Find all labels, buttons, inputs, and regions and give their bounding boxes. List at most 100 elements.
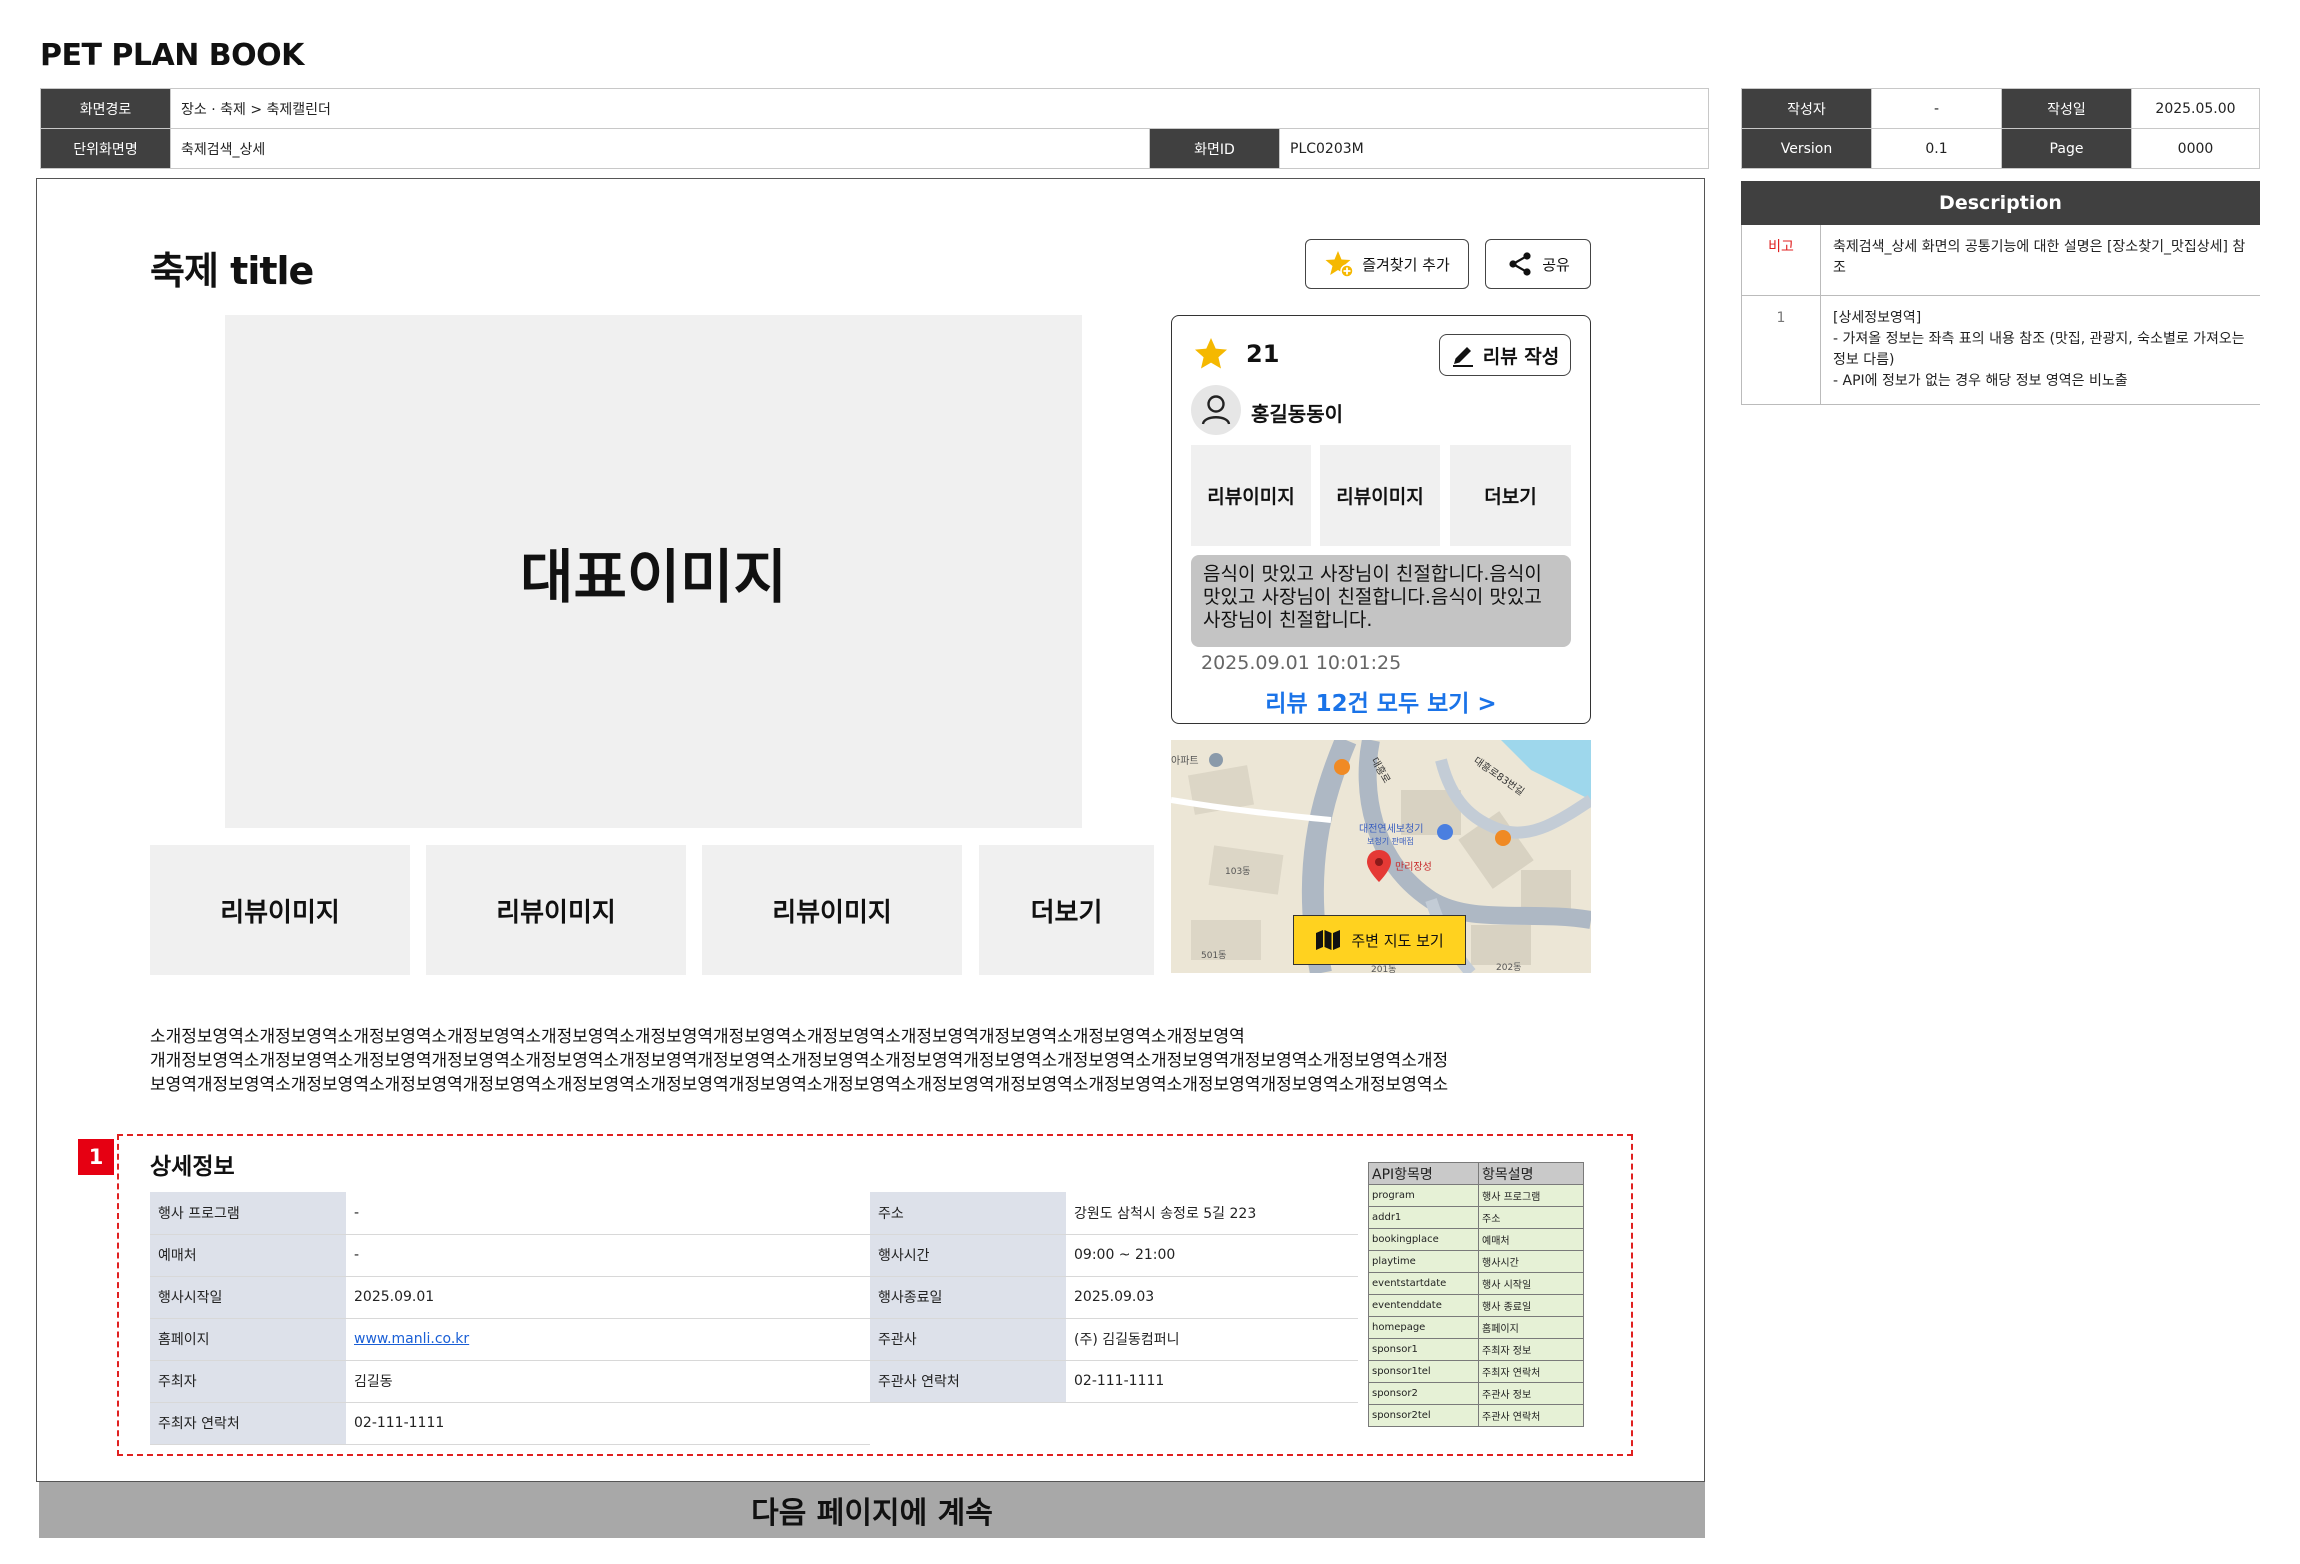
review-user-name: 홍길동동이 — [1251, 402, 1343, 426]
review-thumb[interactable]: 리뷰이미지 — [702, 845, 962, 975]
detail-label: 주관사 연락처 — [870, 1360, 1066, 1403]
detail-label: 행사 프로그램 — [150, 1192, 346, 1235]
table-row: 행사 프로그램 - 주소 강원도 삼척시 송정로 5길 223 — [150, 1192, 1358, 1235]
table-row: API항목명 항목설명 — [1368, 1162, 1584, 1185]
version-value: 0.1 — [1871, 128, 2002, 169]
write-review-button[interactable]: 리뷰 작성 — [1439, 334, 1571, 376]
author-label: 작성자 — [1741, 88, 1872, 129]
detail-label: 예매처 — [150, 1234, 346, 1277]
review-card-thumb[interactable]: 리뷰이미지 — [1320, 445, 1440, 546]
table-row: 1 [상세정보영역] - 가져올 정보는 좌측 표의 내용 참조 (맛집, 관광… — [1741, 295, 2260, 405]
api-cell: sponsor1 — [1368, 1338, 1479, 1361]
api-mapping-table: API항목명 항목설명 program 행사 프로그램 addr1 주소 booki… — [1368, 1162, 1584, 1427]
table-row: addr1 주소 — [1368, 1206, 1584, 1229]
api-header-cell: 항목설명 — [1478, 1162, 1584, 1185]
detail-title: 상세정보 — [150, 1154, 235, 1180]
annotation-badge: 1 — [78, 1139, 114, 1175]
detail-value: - — [346, 1234, 870, 1277]
description-text: [상세정보영역] - 가져올 정보는 좌측 표의 내용 참조 (맛집, 관광지,… — [1820, 295, 2260, 405]
nearby-map-button[interactable]: 주변 지도 보기 — [1293, 915, 1466, 965]
api-cell: addr1 — [1368, 1206, 1479, 1229]
version-label: Version — [1741, 128, 1872, 169]
api-cell: 주소 — [1478, 1206, 1584, 1229]
continue-banner: 다음 페이지에 계속 — [39, 1482, 1705, 1538]
map-label-apartment: 아파트 — [1171, 755, 1199, 767]
detail-value: 2025.09.03 — [1066, 1276, 1358, 1319]
review-card-more-button[interactable]: 더보기 — [1450, 445, 1571, 546]
table-row: bookingplace 예매처 — [1368, 1228, 1584, 1251]
intro-text: 소개정보영역소개정보영역소개정보영역소개정보영역소개정보영역소개정보영역개정보영… — [150, 1025, 1600, 1097]
table-row: playtime 행사시간 — [1368, 1250, 1584, 1273]
share-icon — [1509, 252, 1531, 276]
api-cell: homepage — [1368, 1316, 1479, 1339]
nearby-map-label: 주변 지도 보기 — [1351, 931, 1444, 950]
table-row: 예매처 - 행사시간 09:00 ~ 21:00 — [150, 1234, 1358, 1277]
main-image-placeholder: 대표이미지 — [225, 315, 1082, 828]
write-review-label: 리뷰 작성 — [1482, 345, 1560, 368]
screen-id-label: 화면ID — [1149, 128, 1280, 169]
detail-label: 주최자 연락처 — [150, 1402, 346, 1445]
star-plus-icon — [1325, 251, 1354, 278]
detail-label: 주최자 — [150, 1360, 346, 1403]
page-value: 0000 — [2131, 128, 2260, 169]
path-value: 장소 · 축제 > 축제캘린더 — [170, 88, 1709, 129]
description-line: [상세정보영역] — [1833, 309, 1922, 326]
review-thumb[interactable]: 리뷰이미지 — [426, 845, 686, 975]
table-row: sponsor1 주최자 정보 — [1368, 1338, 1584, 1361]
date-value: 2025.05.00 — [2131, 88, 2260, 129]
intro-line: 소개정보영역소개정보영역소개정보영역소개정보영역소개정보영역소개정보영역개정보영… — [150, 1027, 1245, 1047]
table-row: 주최자 김길동 주관사 연락처 02-111-1111 — [150, 1360, 1358, 1403]
description-key: 비고 — [1741, 225, 1821, 296]
detail-table: 행사 프로그램 - 주소 강원도 삼척시 송정로 5길 223 예매처 - 행사… — [150, 1192, 1358, 1445]
map-label-pin: 만리장성 — [1395, 861, 1432, 873]
screen-id-value: PLC0203M — [1279, 128, 1709, 169]
detail-value: (주) 김길동컴퍼니 — [1066, 1318, 1358, 1361]
review-card-thumb[interactable]: 리뷰이미지 — [1191, 445, 1311, 546]
description-line: - 가져올 정보는 좌측 표의 내용 참조 (맛집, 관광지, 숙소별로 가져오… — [1833, 330, 2245, 368]
detail-value: 02-111-1111 — [1066, 1360, 1358, 1403]
detail-value: 09:00 ~ 21:00 — [1066, 1234, 1358, 1277]
view-all-reviews-link[interactable]: 리뷰 12건 모두 보기 > — [1171, 684, 1591, 718]
favorite-add-button[interactable]: 즐겨찾기 추가 — [1305, 239, 1469, 289]
avatar — [1191, 385, 1241, 435]
map-label-202: 202동 — [1496, 962, 1521, 973]
document-title: PET PLAN BOOK — [40, 38, 304, 73]
detail-value: 02-111-1111 — [346, 1402, 870, 1445]
pencil-icon — [1452, 347, 1473, 367]
table-row: program 행사 프로그램 — [1368, 1184, 1584, 1207]
thumbs-more-button[interactable]: 더보기 — [979, 845, 1154, 975]
review-rating: 21 — [1246, 340, 1280, 368]
date-label: 작성일 — [2001, 88, 2132, 129]
page-label: Page — [2001, 128, 2132, 169]
api-cell: 주관사 정보 — [1478, 1382, 1584, 1405]
api-cell: 홈페이지 — [1478, 1316, 1584, 1339]
detail-label: 행사종료일 — [870, 1276, 1066, 1319]
share-button[interactable]: 공유 — [1485, 239, 1591, 289]
homepage-link[interactable]: www.manli.co.kr — [354, 1331, 469, 1347]
table-row: 비고 축제검색_상세 화면의 공통기능에 대한 설명은 [장소찾기_맛집상세] … — [1741, 225, 2260, 296]
table-row: sponsor2tel 주관사 연락처 — [1368, 1404, 1584, 1427]
api-cell: bookingplace — [1368, 1228, 1479, 1251]
map-label-building-sub: 보청기 판매점 — [1367, 836, 1414, 846]
description-header: Description — [1741, 181, 2260, 225]
star-icon — [1195, 338, 1227, 369]
detail-label: 주소 — [870, 1192, 1066, 1235]
table-row: eventstartdate 행사 시작일 — [1368, 1272, 1584, 1295]
description-text: 축제검색_상세 화면의 공통기능에 대한 설명은 [장소찾기_맛집상세] 참조 — [1820, 225, 2260, 296]
api-cell: 주최자 연락처 — [1478, 1360, 1584, 1383]
map-label-103: 103동 — [1225, 866, 1250, 877]
description-table: 비고 축제검색_상세 화면의 공통기능에 대한 설명은 [장소찾기_맛집상세] … — [1741, 225, 2260, 405]
table-row: sponsor2 주관사 정보 — [1368, 1382, 1584, 1405]
empty-cell — [870, 1402, 1066, 1444]
meta-table: 작성자 - 작성일 2025.05.00 Version 0.1 Page 00… — [1741, 88, 2260, 169]
table-row: 홈페이지 www.manli.co.kr 주관사 (주) 김길동컴퍼니 — [150, 1318, 1358, 1361]
unit-label: 단위화면명 — [40, 128, 171, 169]
detail-label: 주관사 — [870, 1318, 1066, 1361]
detail-value: 강원도 삼척시 송정로 5길 223 — [1066, 1192, 1358, 1235]
review-thumb[interactable]: 리뷰이미지 — [150, 845, 410, 975]
api-cell: 주관사 연락처 — [1478, 1404, 1584, 1427]
favorite-add-label: 즐겨찾기 추가 — [1362, 255, 1450, 274]
api-cell: sponsor2tel — [1368, 1404, 1479, 1427]
intro-line: 개개정보영역소개정보영역소개정보영역개정보영역소개정보영역소개정보영역개정보영역… — [150, 1051, 1449, 1071]
map-label-201: 201동 — [1371, 964, 1396, 973]
